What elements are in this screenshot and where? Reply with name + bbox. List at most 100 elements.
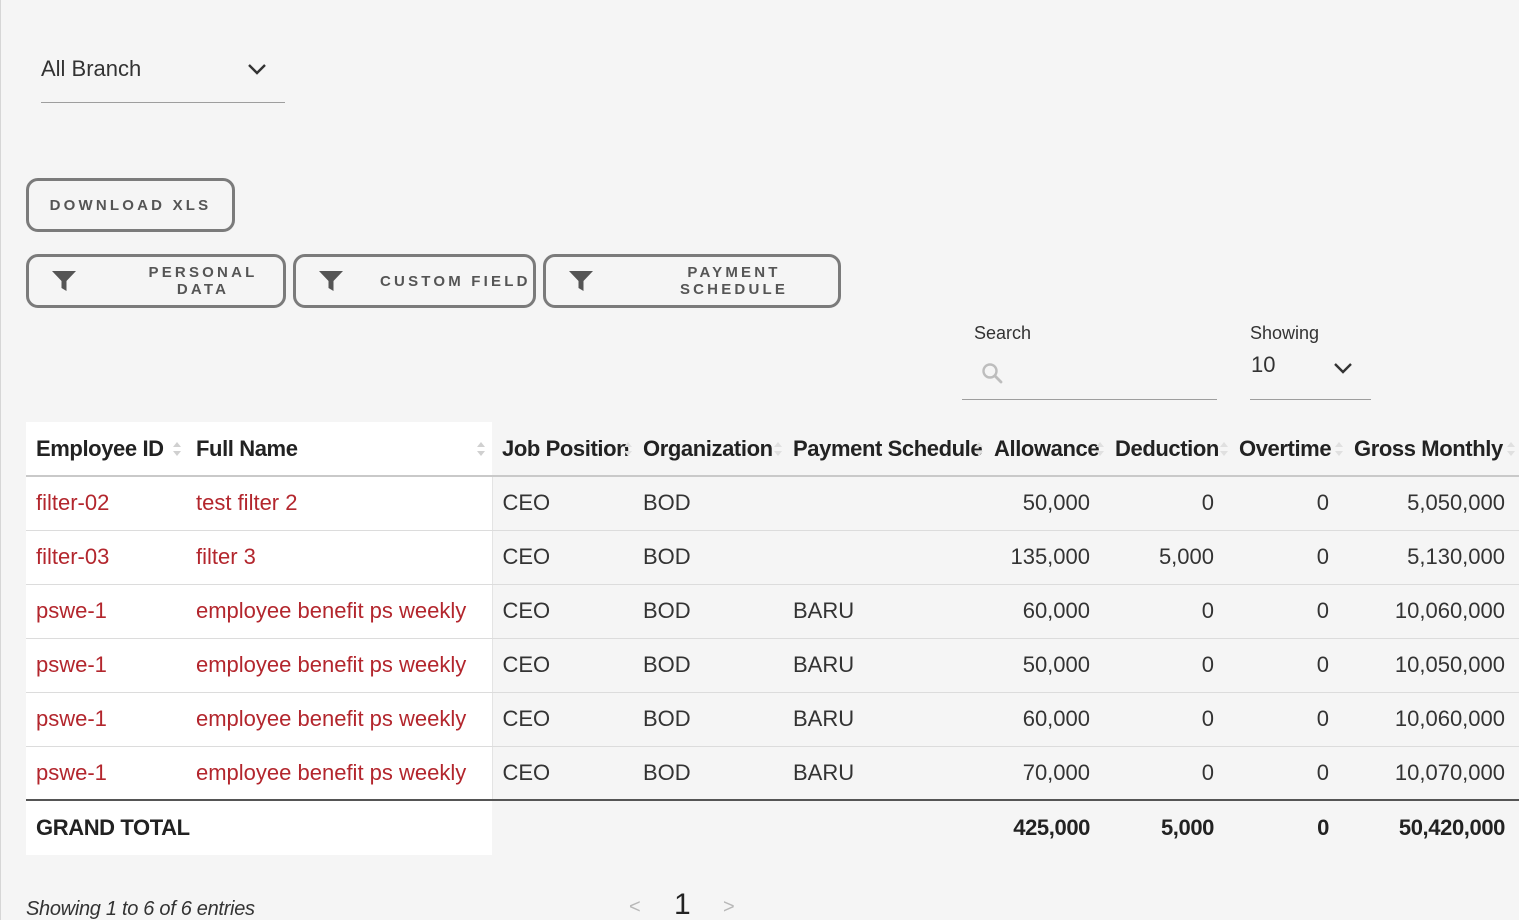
gross-monthly-cell: 10,050,000 — [1344, 638, 1519, 693]
sort-arrows-icon[interactable] — [1506, 439, 1516, 459]
table-row: filter-03 filter 3 CEO BOD 135,000 5,000… — [26, 530, 1519, 585]
job-position-cell: CEO — [492, 530, 633, 585]
table-row: pswe-1 employee benefit ps weekly CEO BO… — [26, 638, 1519, 693]
overtime-cell: 0 — [1229, 746, 1344, 801]
grand-total-deduction: 5,000 — [1160, 815, 1214, 840]
grand-total-overtime: 0 — [1317, 815, 1329, 840]
search-box — [962, 352, 1217, 400]
grand-total-row: GRAND TOTAL 425,000 5,000 0 50,420,000 — [26, 800, 1519, 855]
employee-id-link[interactable]: filter-02 — [26, 476, 186, 531]
column-header-label: Job Position — [502, 435, 630, 461]
table-row: pswe-1 employee benefit ps weekly CEO BO… — [26, 746, 1519, 801]
branch-select[interactable]: All Branch — [41, 48, 285, 103]
column-header-employee-id[interactable]: Employee ID — [26, 422, 186, 477]
showing-label: Showing — [1250, 323, 1320, 343]
allowance-cell: 135,000 — [984, 530, 1105, 585]
allowance-cell: 60,000 — [984, 584, 1105, 639]
deduction-cell: 0 — [1105, 584, 1229, 639]
allowance-cell: 70,000 — [984, 746, 1105, 801]
custom-field-filter-button[interactable]: CUSTOM FIELD — [293, 254, 536, 308]
download-xls-button[interactable]: DOWNLOAD XLS — [26, 178, 235, 232]
page-1-button[interactable]: 1 — [674, 888, 691, 920]
search-input[interactable] — [1014, 358, 1209, 390]
column-header-allowance[interactable]: Allowance — [984, 422, 1105, 477]
column-header-payment-schedule[interactable]: Payment Schedule — [783, 422, 984, 477]
grand-total-empty — [783, 800, 984, 855]
organization-cell: BOD — [633, 584, 783, 639]
column-header-label: Employee ID — [36, 435, 164, 461]
payment-schedule-cell: BARU — [783, 692, 984, 747]
table-row: filter-02 test filter 2 CEO BOD 50,000 0… — [26, 476, 1519, 531]
grand-total-empty — [492, 800, 633, 855]
employee-id-link[interactable]: pswe-1 — [26, 692, 186, 747]
column-header-deduction[interactable]: Deduction — [1105, 422, 1229, 477]
job-position-cell: CEO — [492, 692, 633, 747]
chevron-down-icon — [248, 64, 266, 75]
page-size-value: 10 — [1251, 352, 1276, 377]
branch-select-value: All Branch — [41, 56, 142, 81]
column-header-label: Organization — [643, 435, 773, 461]
grand-total-label: GRAND TOTAL — [26, 800, 492, 855]
custom-field-filter-label: CUSTOM FIELD — [380, 272, 531, 290]
overtime-cell: 0 — [1229, 530, 1344, 585]
column-header-organization[interactable]: Organization — [633, 422, 783, 477]
sort-arrows-icon[interactable] — [773, 439, 783, 459]
full-name-link[interactable]: test filter 2 — [186, 476, 493, 531]
deduction-cell: 0 — [1105, 746, 1229, 801]
payment-schedule-filter-label: PAYMENT SCHEDULE — [679, 264, 789, 298]
job-position-cell: CEO — [492, 584, 633, 639]
employee-id-link[interactable]: pswe-1 — [26, 584, 186, 639]
gross-monthly-cell: 5,130,000 — [1344, 530, 1519, 585]
funnel-icon — [52, 271, 76, 291]
personal-data-filter-button[interactable]: PERSONAL DATA — [26, 254, 286, 308]
column-header-overtime[interactable]: Overtime — [1229, 422, 1344, 477]
payment-schedule-cell: BARU — [783, 638, 984, 693]
payment-schedule-cell — [783, 530, 984, 585]
column-header-label: Allowance — [994, 435, 1100, 461]
grand-total-gross-monthly: 50,420,000 — [1398, 815, 1506, 840]
employee-id-link[interactable]: filter-03 — [26, 530, 186, 585]
gross-monthly-cell: 10,070,000 — [1344, 746, 1519, 801]
column-header-job-position[interactable]: Job Position — [492, 422, 633, 477]
page-size-select[interactable]: 10 — [1250, 350, 1371, 400]
full-name-link[interactable]: employee benefit ps weekly — [186, 692, 493, 747]
organization-cell: BOD — [633, 530, 783, 585]
employee-id-link[interactable]: pswe-1 — [26, 746, 186, 801]
entries-info: Showing 1 to 6 of 6 entries — [26, 898, 255, 920]
deduction-cell: 0 — [1105, 692, 1229, 747]
sort-arrows-icon[interactable] — [1219, 439, 1229, 459]
sort-arrows-icon[interactable] — [974, 439, 984, 459]
search-label: Search — [974, 323, 1032, 343]
payment-schedule-cell — [783, 476, 984, 531]
table-header-row: Employee ID Full Name Job Position Organ… — [26, 422, 1519, 477]
employee-id-link[interactable]: pswe-1 — [26, 638, 186, 693]
sort-arrows-icon[interactable] — [1334, 439, 1344, 459]
overtime-cell: 0 — [1229, 692, 1344, 747]
allowance-cell: 50,000 — [984, 476, 1105, 531]
prev-page-button[interactable]: < — [629, 896, 641, 919]
overtime-cell: 0 — [1229, 584, 1344, 639]
column-header-label: Full Name — [196, 435, 298, 461]
sort-arrows-icon[interactable] — [476, 439, 486, 459]
column-header-full-name[interactable]: Full Name — [186, 422, 492, 477]
sort-arrows-icon[interactable] — [172, 439, 182, 459]
full-name-link[interactable]: filter 3 — [186, 530, 493, 585]
column-header-label: Overtime — [1239, 435, 1332, 461]
table-row: pswe-1 employee benefit ps weekly CEO BO… — [26, 584, 1519, 639]
column-header-gross-monthly[interactable]: Gross Monthly — [1344, 422, 1519, 477]
payment-schedule-filter-button[interactable]: PAYMENT SCHEDULE — [543, 254, 841, 308]
sort-arrows-icon[interactable] — [1095, 439, 1105, 459]
full-name-link[interactable]: employee benefit ps weekly — [186, 584, 493, 639]
sort-arrows-icon[interactable] — [623, 439, 633, 459]
organization-cell: BOD — [633, 476, 783, 531]
job-position-cell: CEO — [492, 746, 633, 801]
organization-cell: BOD — [633, 638, 783, 693]
column-header-label: Gross Monthly — [1354, 435, 1503, 461]
gross-monthly-cell: 10,060,000 — [1344, 584, 1519, 639]
full-name-link[interactable]: employee benefit ps weekly — [186, 746, 493, 801]
personal-data-filter-label: PERSONAL DATA — [148, 264, 258, 298]
column-header-label: Payment Schedule — [793, 435, 983, 461]
next-page-button[interactable]: > — [723, 896, 735, 919]
full-name-link[interactable]: employee benefit ps weekly — [186, 638, 493, 693]
funnel-icon — [319, 271, 343, 291]
